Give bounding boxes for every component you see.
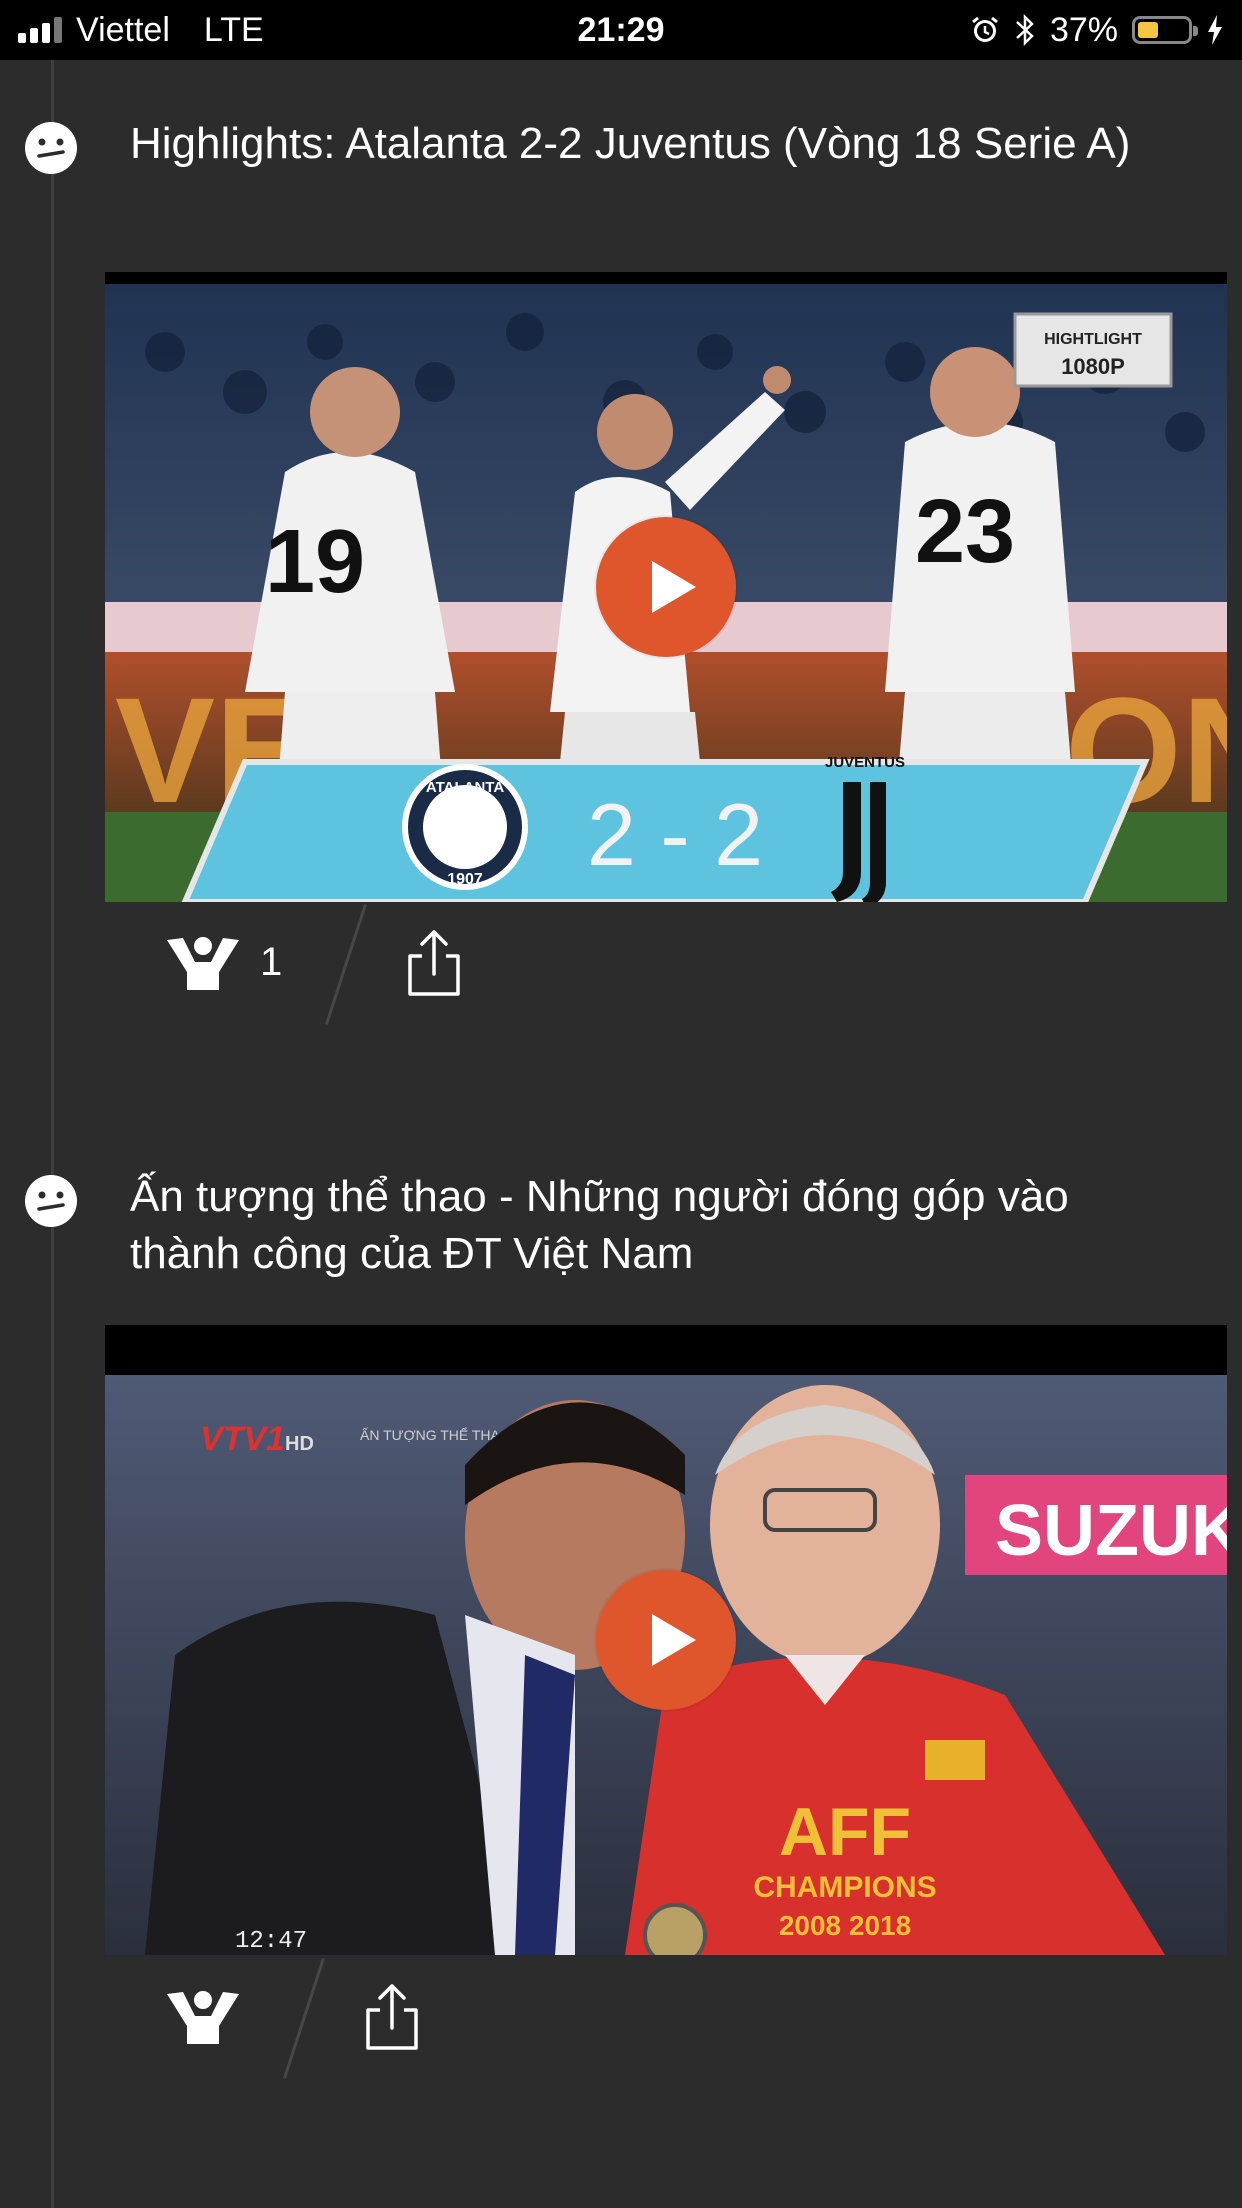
video-thumbnail[interactable]: SUZUKI VTV1 HD ẤN TƯỢNG THỂ THAO 7 NGÀY … (105, 1325, 1227, 1955)
banner-text: SUZUKI (995, 1491, 1227, 1571)
badge-resolution: 1080P (1061, 354, 1125, 379)
badge-label: HIGHTLIGHT (1044, 331, 1142, 348)
divider (283, 1958, 325, 2079)
video-title[interactable]: Highlights: Atalanta 2-2 Juventus (Vòng … (130, 115, 1190, 172)
jersey-number: 23 (915, 482, 1015, 582)
team-left-year: 1907 (447, 871, 483, 888)
status-bar: Viettel LTE 21:29 37% (0, 0, 1242, 60)
timeline-line (51, 60, 54, 2208)
share-icon[interactable] (360, 1982, 424, 2052)
action-bar: 1 (0, 904, 1242, 1025)
team-left-name: ATALANTA (426, 779, 504, 796)
video-title[interactable]: Ấn tượng thể thao - Những người đóng góp… (130, 1168, 1190, 1282)
alarm-icon (972, 16, 998, 42)
action-bar (0, 1958, 1242, 2079)
score: 2 - 2 (587, 785, 763, 884)
cheer-icon[interactable] (165, 1988, 241, 2048)
cheer-icon[interactable] (165, 934, 241, 994)
shirt-text: CHAMPIONS (753, 1871, 936, 1904)
play-button[interactable] (596, 517, 736, 657)
channel-logo: VTV1 (200, 1420, 285, 1458)
bluetooth-icon (1016, 13, 1034, 47)
jersey-number: 19 (265, 512, 365, 612)
battery-icon (1132, 16, 1198, 44)
shirt-text: 2008 2018 (779, 1910, 911, 1941)
video-thumbnail[interactable]: VE ON 19 23 (105, 272, 1227, 902)
play-button[interactable] (596, 1570, 736, 1710)
video-timestamp: 12:47 (235, 1928, 307, 1955)
shirt-text: AFF (779, 1794, 911, 1870)
channel-suffix: HD (285, 1433, 314, 1455)
face-icon (25, 1175, 77, 1227)
charging-icon (1208, 15, 1222, 45)
divider (325, 904, 367, 1025)
like-count: 1 (260, 940, 283, 984)
team-right-name: JUVENTUS (825, 754, 905, 771)
battery-percent: 37% (1049, 10, 1118, 49)
share-icon[interactable] (402, 928, 466, 998)
face-icon (25, 122, 77, 174)
